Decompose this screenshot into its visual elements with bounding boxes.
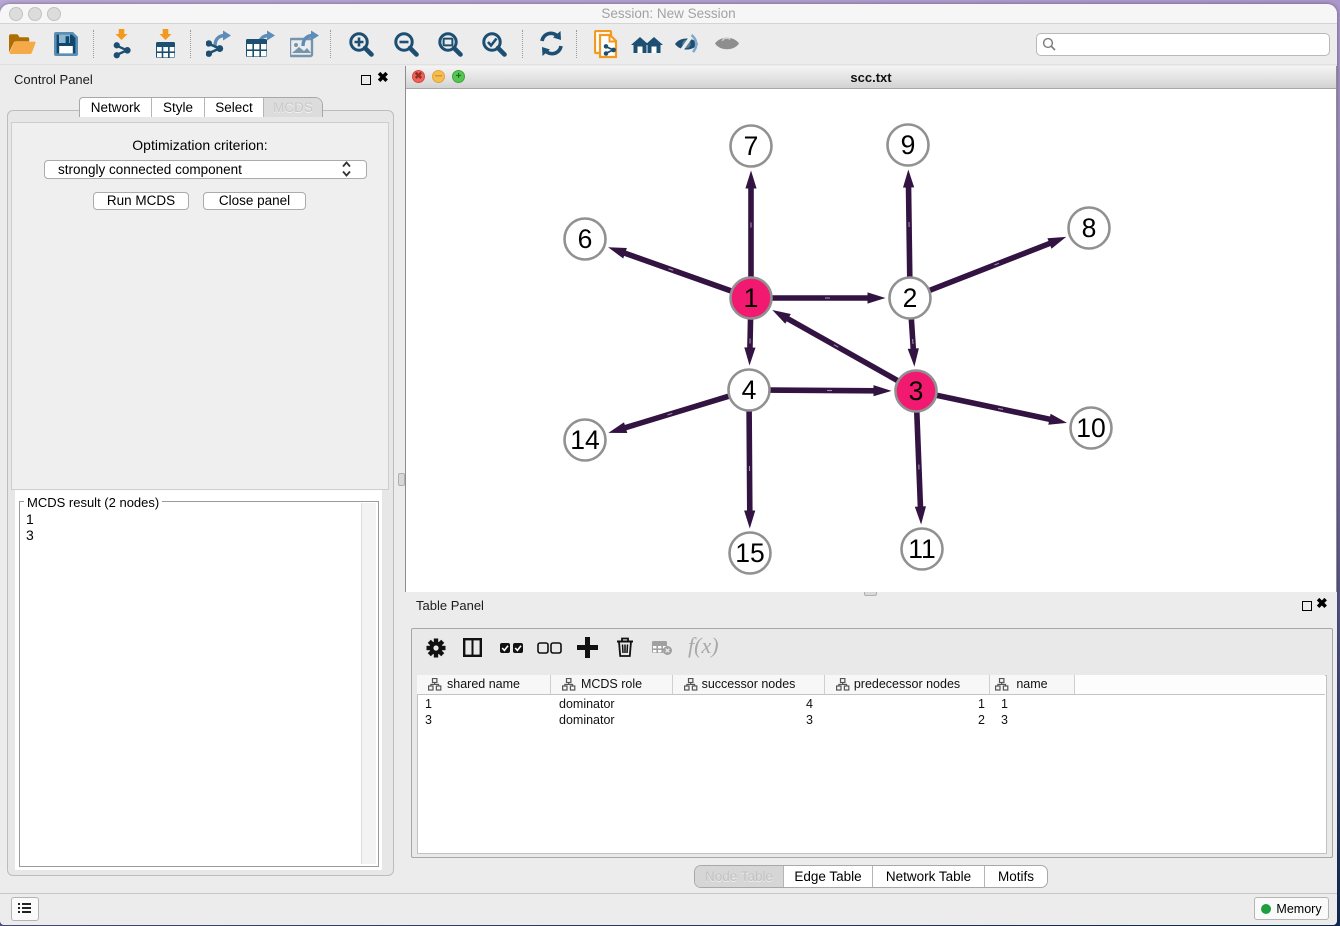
svg-text:4: 4 <box>742 375 757 405</box>
svg-text:7: 7 <box>744 131 759 161</box>
svg-text:6: 6 <box>578 224 593 254</box>
svg-text:3: 3 <box>909 376 924 406</box>
svg-text:15: 15 <box>735 538 764 568</box>
svg-text:14: 14 <box>570 425 599 455</box>
svg-text:8: 8 <box>1082 213 1097 243</box>
svg-text:10: 10 <box>1076 413 1105 443</box>
svg-text:1: 1 <box>744 283 759 313</box>
svg-text:11: 11 <box>908 534 936 564</box>
svg-text:2: 2 <box>903 283 918 313</box>
svg-text:9: 9 <box>901 130 916 160</box>
